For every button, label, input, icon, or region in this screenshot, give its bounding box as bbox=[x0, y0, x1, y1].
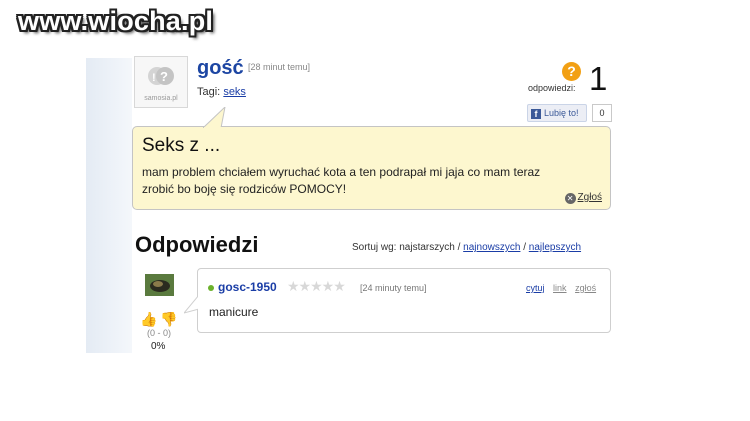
answer-author[interactable]: gosc-1950 bbox=[218, 280, 277, 294]
question-title: Seks z ... bbox=[142, 135, 221, 156]
report-button[interactable]: ✕ Zgłoś bbox=[564, 192, 602, 204]
vote-count: (0 - 0) bbox=[147, 328, 172, 338]
sort-option-newest[interactable]: najnowszych bbox=[463, 242, 520, 253]
question-body: mam problem chciałem wyruchać kota a ten… bbox=[142, 165, 541, 196]
svg-text:!: ! bbox=[152, 72, 156, 84]
answers-label: odpowiedzi: bbox=[528, 83, 576, 93]
thumbs-up-icon[interactable]: 👍 bbox=[140, 311, 157, 328]
answer-actions: cytuj link zgłoś bbox=[526, 283, 602, 293]
answers-heading: Odpowiedzi bbox=[135, 232, 259, 257]
sort-option-oldest[interactable]: najstarszych bbox=[399, 242, 455, 253]
avatar-label: samosia.pl bbox=[144, 95, 178, 102]
permalink-link[interactable]: link bbox=[553, 283, 567, 293]
question-mark-icon: ? bbox=[562, 62, 581, 81]
facebook-like-button[interactable]: f Lubię to! bbox=[527, 104, 587, 122]
answer-avatar[interactable] bbox=[145, 274, 174, 296]
close-icon: ✕ bbox=[564, 193, 576, 204]
rating-stars[interactable]: ★★★★★ bbox=[287, 278, 346, 295]
answer-box: gosc-1950 ★★★★★ [24 minuty temu] cytuj l… bbox=[184, 268, 611, 333]
report-label: Zgłoś bbox=[577, 192, 602, 203]
sort-label: Sortuj wg: bbox=[352, 242, 397, 253]
avatar[interactable]: ? ! samosia.pl bbox=[134, 56, 188, 108]
like-label: Lubię to! bbox=[544, 108, 579, 118]
sort-bar: Sortuj wg: najstarszych / najnowszych / … bbox=[352, 242, 582, 253]
question-box: Seks z ... mam problem chciałem wyruchać… bbox=[132, 107, 611, 210]
answer-text: manicure bbox=[209, 305, 259, 319]
question-author[interactable]: gość bbox=[197, 57, 244, 80]
online-status-icon bbox=[208, 285, 214, 291]
thumbs-down-icon[interactable]: 👎 bbox=[160, 311, 177, 328]
tags: Tagi: seks bbox=[197, 86, 246, 98]
tag-link[interactable]: seks bbox=[223, 86, 246, 98]
answer-time: [24 minuty temu] bbox=[360, 283, 427, 293]
watermark: www.wiocha.pl bbox=[18, 6, 214, 36]
sidebar-strip bbox=[86, 58, 132, 353]
vote-percent: 0% bbox=[151, 341, 166, 352]
speech-tail bbox=[184, 295, 199, 317]
question-time: [28 minut temu] bbox=[248, 62, 311, 72]
tags-label: Tagi: bbox=[197, 86, 221, 98]
speech-tail bbox=[203, 107, 233, 128]
facebook-icon: f bbox=[531, 109, 541, 119]
sort-option-best[interactable]: najlepszych bbox=[529, 242, 581, 253]
quote-link[interactable]: cytuj bbox=[526, 283, 545, 293]
report-link[interactable]: zgłoś bbox=[575, 283, 596, 293]
answers-count: 1 bbox=[589, 60, 608, 97]
like-count: 0 bbox=[592, 104, 612, 122]
svg-text:?: ? bbox=[160, 69, 168, 84]
